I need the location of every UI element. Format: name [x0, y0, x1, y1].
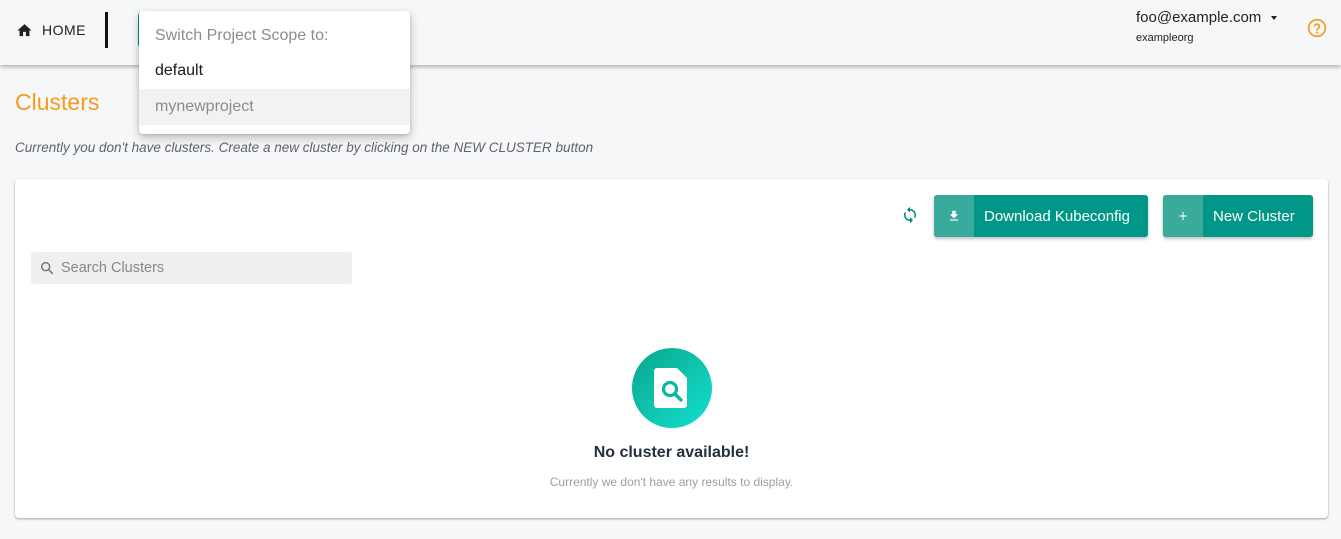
empty-state-subtitle: Currently we don't have any results to d…	[549, 475, 794, 489]
clusters-card: Download Kubeconfig New Cluster No clust…	[15, 179, 1328, 518]
download-kubeconfig-button[interactable]: Download Kubeconfig	[934, 195, 1148, 237]
empty-state-title: No cluster available!	[593, 444, 750, 461]
caret-down-icon	[1271, 16, 1278, 20]
menu-header: Switch Project Scope to:	[155, 27, 329, 44]
search-input[interactable]	[61, 260, 341, 276]
search-box	[31, 252, 352, 284]
divider	[105, 12, 108, 48]
help-circle-icon[interactable]	[1307, 18, 1327, 38]
refresh-icon[interactable]	[901, 205, 919, 225]
download-icon	[949, 210, 959, 221]
new-cluster-button[interactable]: New Cluster	[1163, 195, 1313, 237]
new-cluster-label: New Cluster	[1213, 207, 1295, 225]
user-email: foo@example.com	[1136, 9, 1262, 26]
page-title: Clusters	[15, 89, 100, 115]
user-menu[interactable]: foo@example.com exampleorg	[1136, 9, 1278, 44]
home-icon	[17, 23, 32, 36]
menu-item-mynewproject[interactable]: mynewproject	[139, 89, 410, 125]
project-scope-menu: Switch Project Scope to: default mynewpr…	[139, 11, 410, 134]
home-label: HOME	[42, 22, 86, 38]
empty-state-icon	[632, 348, 712, 428]
home-link[interactable]: HOME	[16, 19, 86, 41]
search-icon	[40, 261, 54, 275]
menu-item-default[interactable]: default	[139, 53, 410, 89]
file-search-icon	[654, 368, 687, 408]
download-kubeconfig-label: Download Kubeconfig	[984, 207, 1130, 225]
plus-icon	[1179, 212, 1187, 220]
user-org: exampleorg	[1136, 32, 1194, 44]
page-hint: Currently you don't have clusters. Creat…	[15, 140, 594, 155]
